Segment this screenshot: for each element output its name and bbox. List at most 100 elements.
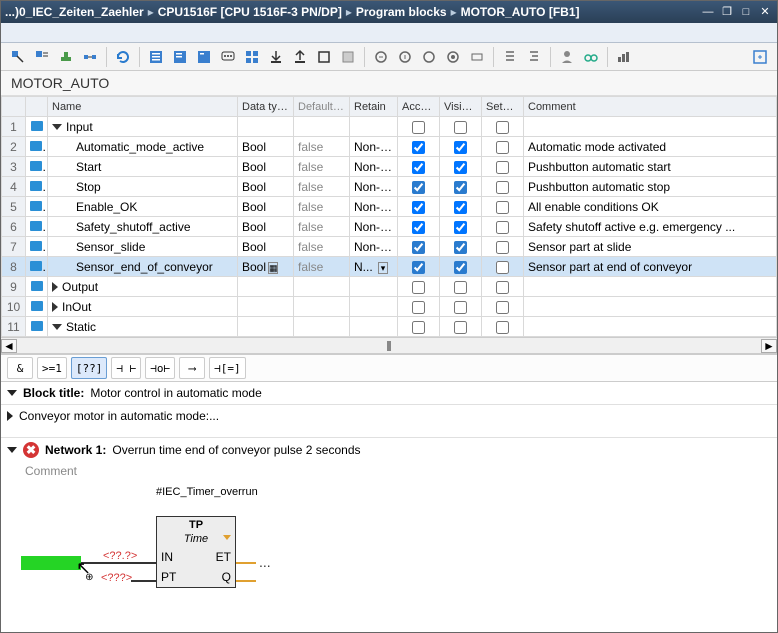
collapse-icon[interactable] xyxy=(7,447,17,453)
lad-coil-button[interactable]: ⟶ xyxy=(179,357,205,379)
lad-nc-contact-button[interactable]: ⊣o⊢ xyxy=(145,357,175,379)
tool-go1-icon[interactable] xyxy=(370,46,392,68)
param-name[interactable]: Automatic_mode_active xyxy=(48,137,238,157)
param-comment[interactable]: All enable conditions OK xyxy=(524,197,777,217)
param-datatype[interactable]: Bool xyxy=(238,197,294,217)
tool-grid-icon[interactable] xyxy=(241,46,263,68)
param-datatype[interactable]: Bool xyxy=(238,177,294,197)
tool-list2-icon[interactable] xyxy=(169,46,191,68)
param-default[interactable]: false xyxy=(294,197,350,217)
param-datatype[interactable]: Bool xyxy=(238,157,294,177)
param-name[interactable]: Sensor_end_of_conveyor xyxy=(48,257,238,277)
table-row[interactable]: 6 ■ Safety_shutoff_active Bool false Non… xyxy=(2,217,777,237)
param-setpoint[interactable] xyxy=(482,137,524,157)
tp-subtype[interactable]: Time xyxy=(157,533,235,547)
operand-et[interactable]: ... xyxy=(259,554,271,570)
param-retain[interactable]: Non-r... xyxy=(350,237,398,257)
param-name[interactable]: Start xyxy=(48,157,238,177)
tool-diagram-icon[interactable] xyxy=(79,46,101,68)
network-comment[interactable]: Comment xyxy=(1,462,777,486)
param-accessible[interactable] xyxy=(398,157,440,177)
param-default[interactable]: false xyxy=(294,157,350,177)
block-title-header[interactable]: Block title: Motor control in automatic … xyxy=(1,382,777,404)
tool-go4-icon[interactable] xyxy=(442,46,464,68)
param-setpoint[interactable] xyxy=(482,217,524,237)
tool-go2-icon[interactable] xyxy=(394,46,416,68)
param-retain[interactable]: N... ▾ xyxy=(350,257,398,277)
param-name[interactable]: Stop xyxy=(48,177,238,197)
param-accessible[interactable] xyxy=(398,257,440,277)
maximize-button[interactable]: □ xyxy=(738,5,754,19)
param-name[interactable]: Safety_shutoff_active xyxy=(48,217,238,237)
param-comment[interactable]: Automatic mode activated xyxy=(524,137,777,157)
horizontal-scrollbar[interactable]: ◄ ► xyxy=(1,337,777,353)
table-row[interactable]: 2 ■ Automatic_mode_active Bool false Non… xyxy=(2,137,777,157)
param-visible[interactable] xyxy=(440,257,482,277)
tool-go3-icon[interactable] xyxy=(418,46,440,68)
tool-user-icon[interactable] xyxy=(556,46,578,68)
expand-icon[interactable] xyxy=(52,324,62,330)
param-visible[interactable] xyxy=(440,237,482,257)
param-default[interactable]: false xyxy=(294,137,350,157)
expand-icon[interactable] xyxy=(52,302,58,312)
param-default[interactable]: false xyxy=(294,217,350,237)
tool-expand-icon[interactable] xyxy=(749,46,771,68)
expand-icon[interactable] xyxy=(52,282,58,292)
param-comment[interactable]: Pushbutton automatic stop xyxy=(524,177,777,197)
param-datatype[interactable]: Bool▦ xyxy=(238,257,294,277)
param-visible[interactable] xyxy=(440,157,482,177)
param-name[interactable]: Sensor_slide xyxy=(48,237,238,257)
col-comment[interactable]: Comment xyxy=(524,97,777,117)
param-accessible[interactable] xyxy=(398,217,440,237)
param-comment[interactable]: Safety shutoff active e.g. emergency ... xyxy=(524,217,777,237)
col-name[interactable]: Name xyxy=(48,97,238,117)
param-setpoint[interactable] xyxy=(482,157,524,177)
col-datatype[interactable]: Data type xyxy=(238,97,294,117)
param-default[interactable]: false xyxy=(294,237,350,257)
table-row[interactable]: 8 ■ Sensor_end_of_conveyor Bool▦ false N… xyxy=(2,257,777,277)
ladder-diagram[interactable]: #IEC_Timer_overrun TP Time INET PTQ <??.… xyxy=(1,486,777,616)
param-setpoint[interactable] xyxy=(482,237,524,257)
param-visible[interactable] xyxy=(440,177,482,197)
tool-box-icon[interactable] xyxy=(313,46,335,68)
tool-indent-icon[interactable] xyxy=(499,46,521,68)
tool-box2-icon[interactable] xyxy=(337,46,359,68)
lad-branch-button[interactable]: ⊣[=] xyxy=(209,357,246,379)
param-retain[interactable]: Non-r... xyxy=(350,177,398,197)
param-accessible[interactable] xyxy=(398,237,440,257)
param-default[interactable]: false xyxy=(294,257,350,277)
scroll-left-button[interactable]: ◄ xyxy=(1,339,17,353)
dropdown-icon[interactable]: ▾ xyxy=(378,262,388,274)
lad-or-button[interactable]: >=1 xyxy=(37,357,67,379)
network-header[interactable]: ✖ Network 1: Overrun time end of conveyo… xyxy=(1,437,777,462)
param-accessible[interactable] xyxy=(398,177,440,197)
param-visible[interactable] xyxy=(440,217,482,237)
tool-go5-icon[interactable] xyxy=(466,46,488,68)
col-setpoint[interactable]: Setpo... xyxy=(482,97,524,117)
collapse-icon[interactable] xyxy=(7,390,17,396)
tool-comment-icon[interactable] xyxy=(217,46,239,68)
col-visible[interactable]: Visibl... xyxy=(440,97,482,117)
param-accessible[interactable] xyxy=(398,137,440,157)
param-retain[interactable]: Non-r... xyxy=(350,217,398,237)
tool-upload-icon[interactable] xyxy=(289,46,311,68)
param-setpoint[interactable] xyxy=(482,177,524,197)
param-setpoint[interactable] xyxy=(482,257,524,277)
tool-tag2-icon[interactable] xyxy=(31,46,53,68)
lad-no-contact-button[interactable]: ⊣ ⊢ xyxy=(111,357,141,379)
param-comment[interactable]: Sensor part at end of conveyor xyxy=(524,257,777,277)
param-datatype[interactable]: Bool xyxy=(238,137,294,157)
param-retain[interactable]: Non-r... xyxy=(350,137,398,157)
section-static[interactable]: 11 Static xyxy=(2,317,777,337)
lad-box-button[interactable]: [??] xyxy=(71,357,108,379)
dropdown-icon[interactable]: ▦ xyxy=(268,262,278,274)
lad-and-button[interactable]: & xyxy=(7,357,33,379)
block-title-text[interactable]: Motor control in automatic mode xyxy=(90,386,261,400)
param-datatype[interactable]: Bool xyxy=(238,217,294,237)
section-output[interactable]: 9 Output xyxy=(2,277,777,297)
param-comment[interactable]: Pushbutton automatic start xyxy=(524,157,777,177)
tool-stamp-icon[interactable] xyxy=(55,46,77,68)
collapse-icon[interactable] xyxy=(52,124,62,130)
section-input[interactable]: 1 Input xyxy=(2,117,777,137)
param-accessible[interactable] xyxy=(398,197,440,217)
